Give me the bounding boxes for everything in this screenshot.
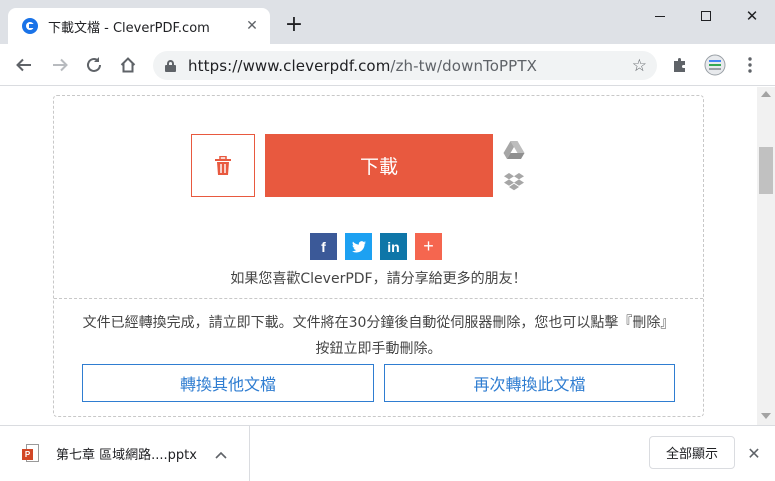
notice-line-1: 文件已經轉換完成，請立即下載。文件將在30分鐘後自動從伺服器刪除，您也可以點擊『…	[82, 315, 675, 331]
home-button[interactable]	[116, 53, 140, 77]
forward-button[interactable]	[48, 53, 72, 77]
close-icon: ✕	[745, 7, 759, 25]
scroll-down-arrow-icon[interactable]	[761, 413, 771, 419]
arrow-right-icon	[53, 58, 68, 72]
show-all-downloads-button[interactable]: 全部顯示	[649, 436, 735, 469]
more-vertical-icon	[748, 57, 752, 73]
minimize-icon	[655, 15, 665, 17]
chevron-up-icon[interactable]	[215, 444, 227, 463]
new-tab-button[interactable]: +	[282, 14, 306, 38]
bookmark-star-icon[interactable]: ☆	[632, 56, 647, 76]
profile-button[interactable]	[703, 53, 727, 77]
url-text: https://www.cleverpdf.com/zh-tw/downToPP…	[188, 56, 537, 75]
window-maximize-button[interactable]	[683, 0, 729, 32]
extensions-button[interactable]	[668, 53, 692, 77]
notice-line-2: 按鈕立即手動刪除。	[315, 341, 442, 357]
trash-icon	[215, 155, 231, 175]
window-minimize-button[interactable]	[637, 0, 683, 32]
tab-close-icon[interactable]: ✕	[242, 16, 262, 36]
downloaded-file-name: 第七章 區域網路....pptx	[56, 448, 197, 463]
address-bar[interactable]: https://www.cleverpdf.com/zh-tw/downToPP…	[153, 51, 657, 80]
cloud-save-group	[503, 140, 525, 196]
scroll-up-arrow-icon[interactable]	[761, 91, 771, 97]
delete-button[interactable]	[191, 134, 255, 197]
convert-again-button[interactable]: 再次轉換此文檔	[384, 364, 675, 402]
browser-toolbar: https://www.cleverpdf.com/zh-tw/downToPP…	[0, 44, 775, 86]
tab-title: 下載文檔 - CleverPDF.com	[48, 20, 210, 36]
puzzle-icon	[674, 58, 685, 72]
download-card: 下載 f in + 如果您喜歡CleverPDF，請分享給更多的朋友！ 文件已經…	[53, 95, 704, 417]
linkedin-share-button[interactable]: in	[380, 233, 407, 260]
arrow-left-icon	[16, 58, 31, 72]
powerpoint-file-icon: P	[22, 443, 40, 464]
profile-avatar-icon	[704, 54, 726, 76]
download-button[interactable]: 下載	[265, 134, 493, 197]
title-bar: 下載文檔 - CleverPDF.com ✕ + ✕	[0, 0, 775, 44]
more-share-button[interactable]: +	[415, 233, 442, 260]
downloaded-file-item[interactable]: P 第七章 區域網路....pptx	[0, 426, 250, 481]
share-buttons: f in +	[310, 233, 442, 260]
browser-tab[interactable]: 下載文檔 - CleverPDF.com ✕	[8, 8, 270, 44]
reload-button[interactable]	[82, 53, 106, 77]
twitter-share-button[interactable]	[345, 233, 372, 260]
dropbox-icon[interactable]	[503, 172, 525, 192]
google-drive-icon[interactable]	[503, 140, 525, 160]
home-icon	[120, 57, 136, 73]
close-shelf-icon[interactable]: ✕	[744, 443, 764, 463]
window-close-button[interactable]: ✕	[729, 0, 775, 32]
menu-button[interactable]	[738, 53, 762, 77]
conversion-notice: 文件已經轉換完成，請立即下載。文件將在30分鐘後自動從伺服器刪除，您也可以點擊『…	[54, 310, 703, 362]
section-divider	[54, 298, 703, 299]
lock-icon	[165, 59, 176, 72]
download-shelf: P 第七章 區域網路....pptx 全部顯示 ✕	[0, 425, 775, 481]
reload-icon	[87, 57, 101, 72]
scroll-thumb[interactable]	[759, 147, 773, 194]
convert-other-button[interactable]: 轉換其他文檔	[82, 364, 374, 402]
facebook-share-button[interactable]: f	[310, 233, 337, 260]
maximize-icon	[701, 11, 711, 21]
vertical-scrollbar[interactable]	[757, 87, 775, 425]
back-button[interactable]	[12, 53, 36, 77]
twitter-bird-icon	[351, 240, 366, 252]
page-viewport: 下載 f in + 如果您喜歡CleverPDF，請分享給更多的朋友！ 文件已經…	[0, 87, 757, 425]
cleverpdf-favicon-icon	[22, 18, 38, 34]
share-prompt-text: 如果您喜歡CleverPDF，請分享給更多的朋友！	[230, 271, 527, 287]
